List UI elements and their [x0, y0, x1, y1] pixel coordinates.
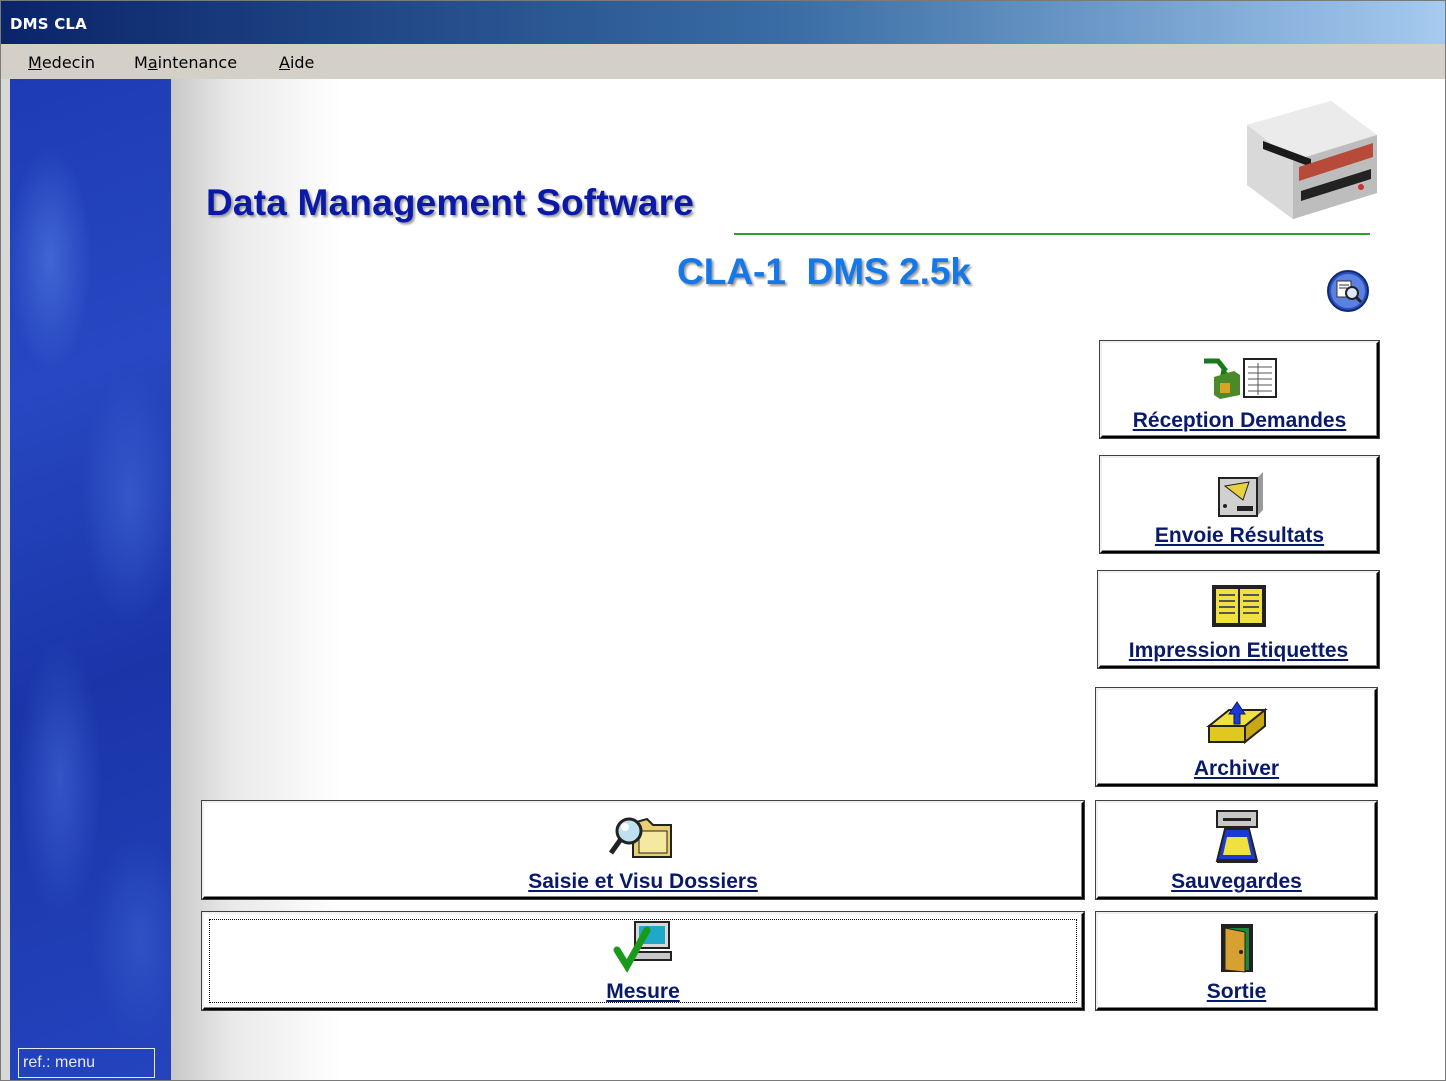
impression-etiquettes-button[interactable]: Impression Etiquettes: [1098, 571, 1379, 668]
sortie-label: Sortie: [1206, 980, 1267, 1003]
version-subtitle: CLA-1 DMS 2.5k: [677, 251, 972, 292]
analyzer-device-icon: [1247, 101, 1377, 219]
folder-search-icon: [609, 817, 672, 858]
page-title: Data Management Software: [206, 182, 694, 223]
saisie-visu-dossiers-button[interactable]: Saisie et Visu Dossiers: [202, 801, 1084, 899]
main-content: ref.: menu Data Management Software CLA-…: [1, 79, 1445, 1080]
mesure-button[interactable]: Mesure: [202, 912, 1084, 1010]
backup-drive-icon: [1215, 810, 1258, 863]
send-results-icon: [1217, 472, 1263, 517]
saisie-visu-dossiers-label: Saisie et Visu Dossiers: [528, 870, 758, 893]
archive-icon: [1205, 701, 1268, 745]
help-search-icon[interactable]: [1326, 269, 1370, 313]
ref-text: ref.: menu: [23, 1054, 96, 1071]
title-divider: [734, 233, 1370, 235]
receive-requests-icon: [1203, 358, 1277, 399]
envoie-resultats-button[interactable]: Envoie Résultats: [1100, 456, 1379, 553]
ref-indicator: ref.: menu: [18, 1048, 155, 1078]
archiver-button[interactable]: Archiver: [1096, 688, 1377, 786]
menu-maintenance[interactable]: Maintenance: [134, 53, 237, 72]
menu-bar: Medecin Maintenance Aide: [1, 44, 1445, 79]
print-labels-icon: [1211, 585, 1266, 627]
envoie-resultats-label: Envoie Résultats: [1154, 524, 1325, 547]
sauvegardes-button[interactable]: Sauvegardes: [1096, 801, 1377, 899]
impression-etiquettes-label: Impression Etiquettes: [1128, 639, 1349, 662]
title-bar[interactable]: DMS CLA: [1, 1, 1445, 44]
window-title: DMS CLA: [10, 15, 87, 33]
menu-medecin[interactable]: Medecin: [28, 53, 95, 72]
mesure-label: Mesure: [606, 980, 680, 1003]
left-border: [1, 79, 10, 1080]
measure-computer-icon: [613, 921, 672, 973]
decorative-sidebar: [10, 79, 171, 1080]
app-window: DMS CLA Medecin Maintenance Aide ref.: m…: [0, 0, 1446, 1081]
exit-door-icon: [1220, 924, 1253, 973]
sortie-button[interactable]: Sortie: [1096, 912, 1377, 1010]
reception-demandes-label: Réception Demandes: [1132, 409, 1347, 432]
archiver-label: Archiver: [1193, 757, 1280, 780]
sauvegardes-label: Sauvegardes: [1171, 870, 1302, 893]
menu-aide[interactable]: Aide: [279, 53, 314, 72]
reception-demandes-button[interactable]: Réception Demandes: [1100, 341, 1379, 438]
